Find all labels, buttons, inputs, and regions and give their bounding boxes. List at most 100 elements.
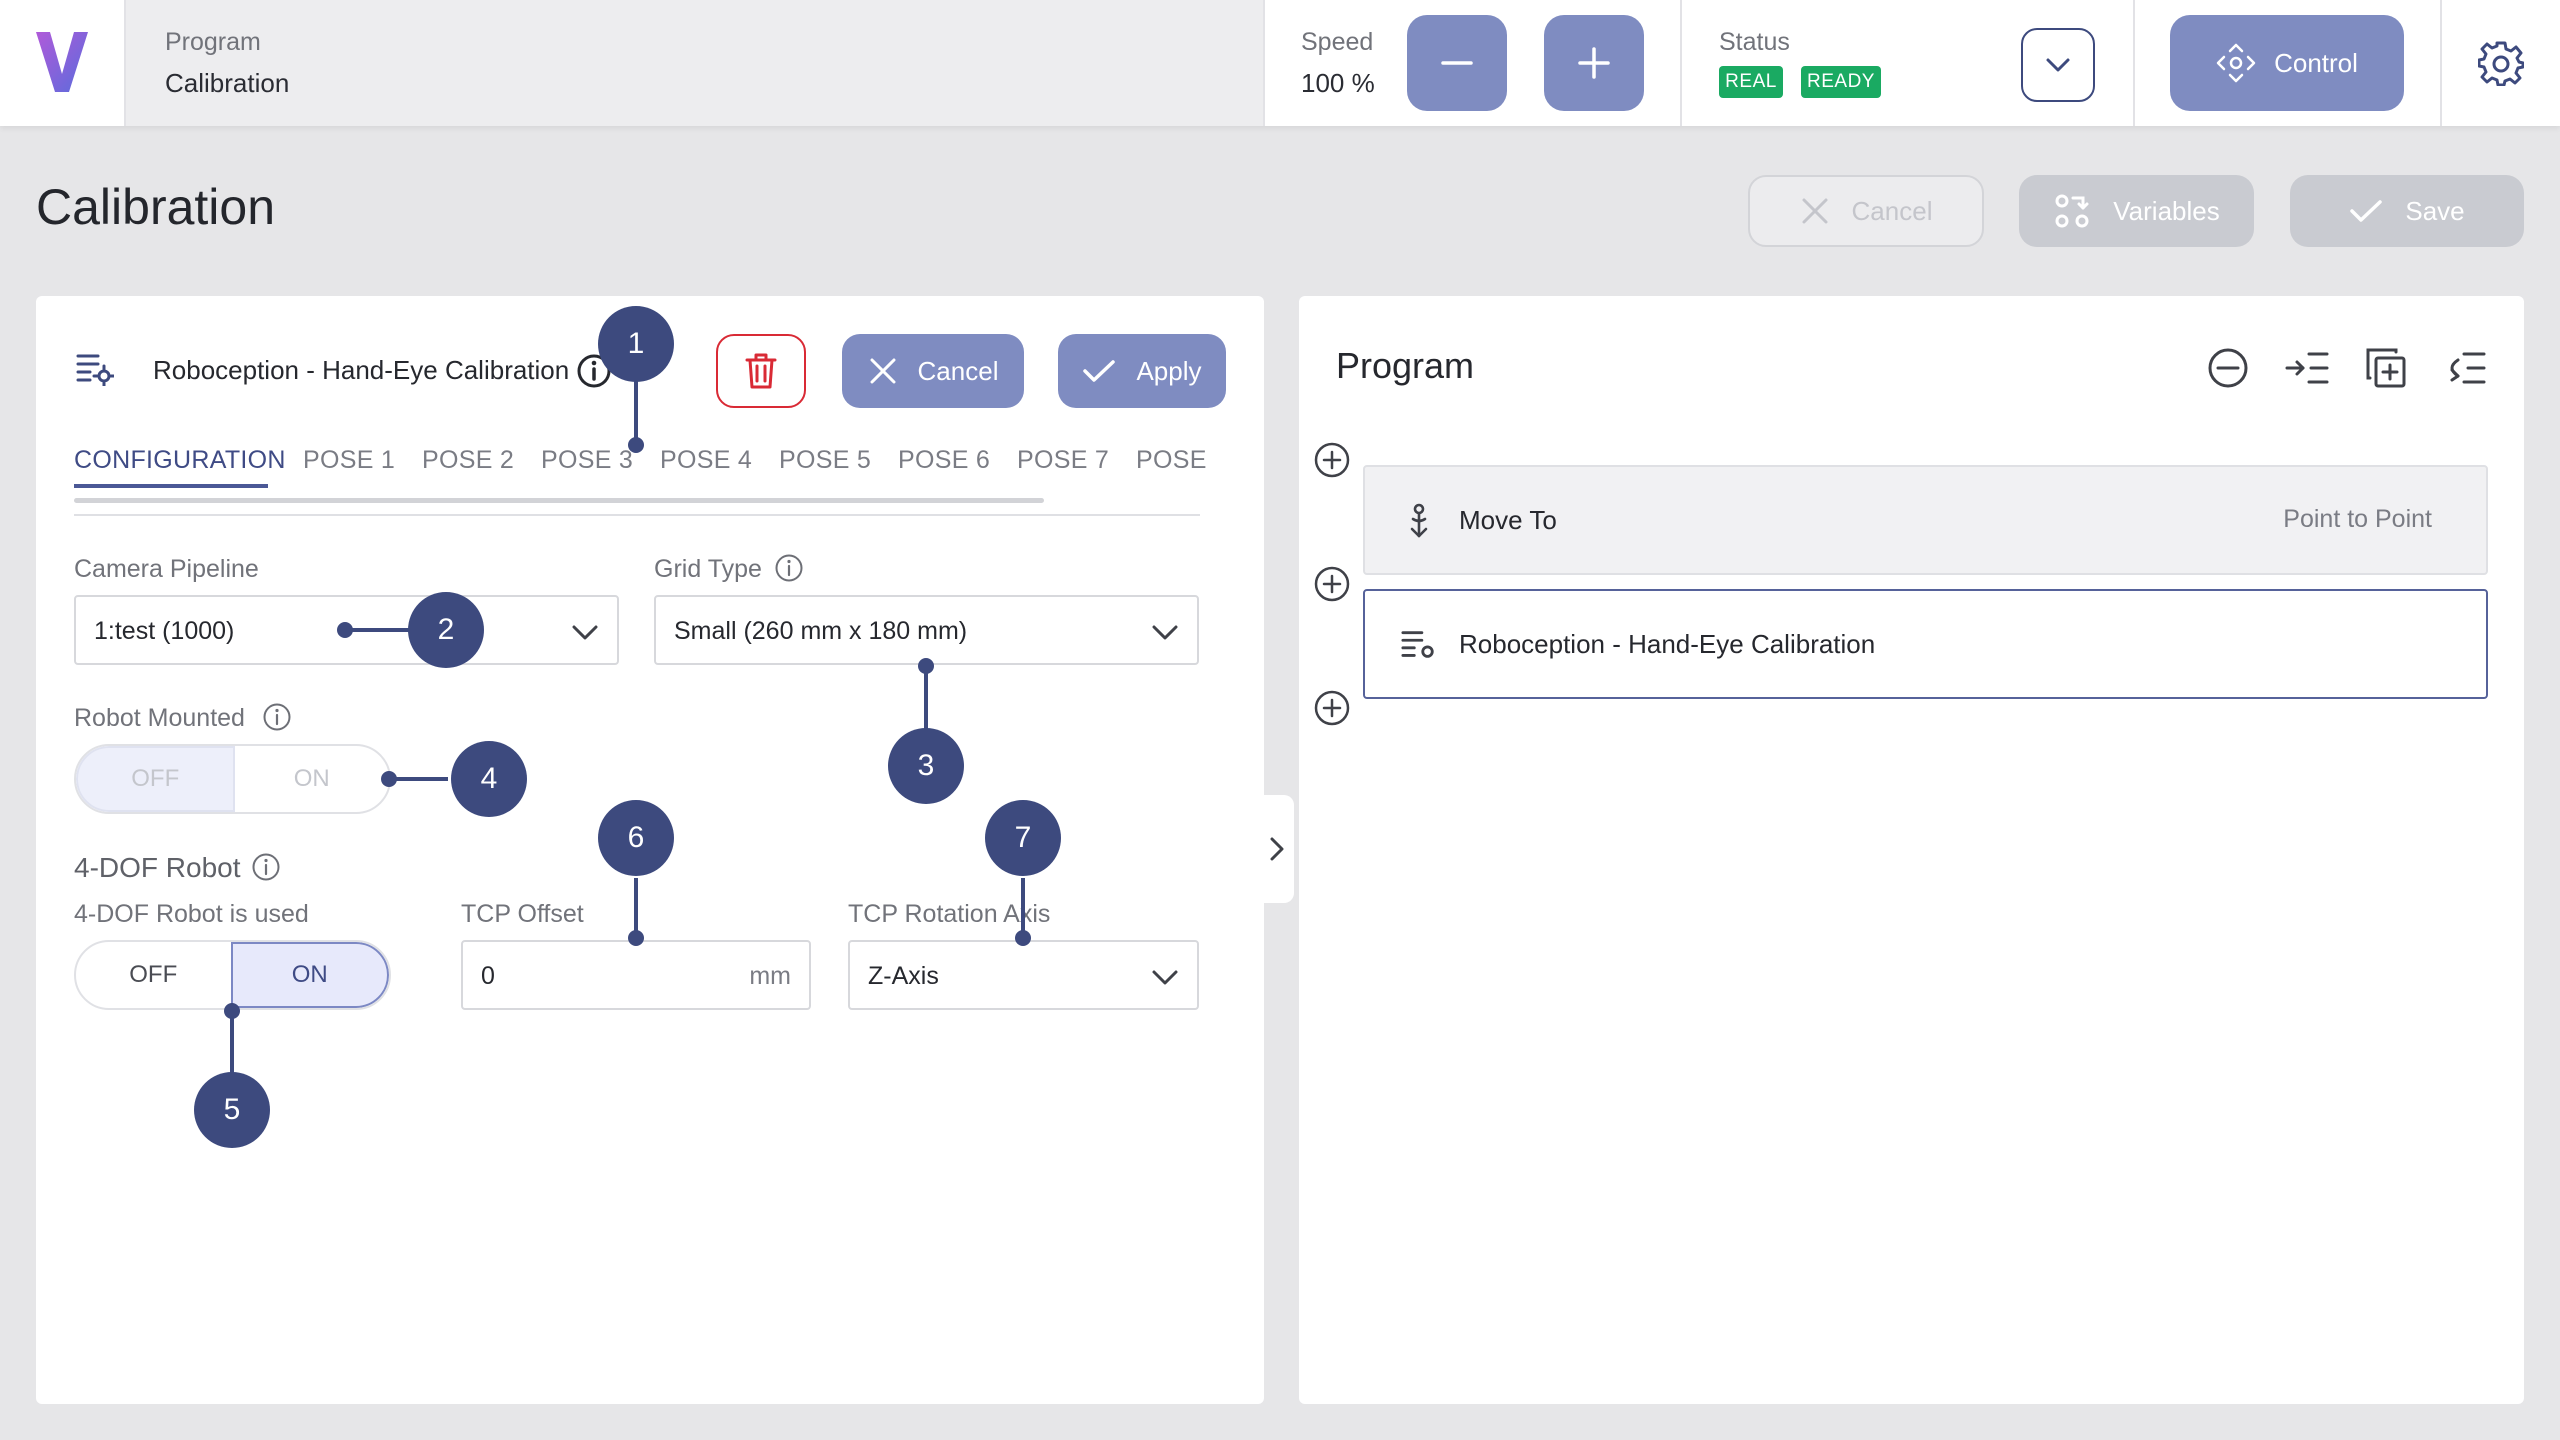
tcp-offset-input[interactable]: 0 mm bbox=[461, 940, 811, 1010]
grid-type-select[interactable]: Small (260 mm x 180 mm) bbox=[654, 595, 1199, 665]
camera-pipeline-label: Camera Pipeline bbox=[74, 555, 259, 583]
callout-anchor bbox=[918, 658, 934, 674]
variables-button[interactable]: Variables bbox=[2019, 175, 2254, 247]
node-cancel-label: Cancel bbox=[917, 355, 999, 386]
dof-on[interactable]: ON bbox=[230, 942, 389, 1008]
grid-type-label: Grid Type bbox=[654, 555, 762, 583]
chevron-right-icon bbox=[1270, 837, 1284, 861]
chevron-down-icon bbox=[1152, 625, 1178, 640]
callout-connector bbox=[924, 666, 928, 730]
program-item-move-to[interactable]: Move To Point to Point bbox=[1363, 465, 2488, 575]
dof-off[interactable]: OFF bbox=[76, 942, 231, 1008]
delete-node-button[interactable] bbox=[716, 334, 806, 408]
program-item-type: Point to Point bbox=[2283, 505, 2432, 533]
tcp-rotation-select[interactable]: Z-Axis bbox=[848, 940, 1199, 1010]
program-item-label: Move To bbox=[1459, 505, 1557, 535]
tab-pose-4[interactable]: POSE 4 bbox=[660, 446, 752, 475]
duplicate-icon[interactable] bbox=[2364, 346, 2408, 390]
program-value: Calibration bbox=[165, 68, 290, 98]
robot-mounted-off[interactable]: OFF bbox=[76, 746, 235, 812]
program-label: Program bbox=[165, 28, 261, 56]
tab-pose-8[interactable]: POSE bbox=[1136, 446, 1207, 475]
speed-decrease-button[interactable] bbox=[1407, 15, 1507, 111]
add-node-icon[interactable] bbox=[1313, 689, 1351, 727]
callout-connector bbox=[1021, 878, 1025, 938]
program-item-label: Roboception - Hand-Eye Calibration bbox=[1459, 629, 1876, 659]
callout-5: 5 bbox=[194, 1072, 270, 1148]
top-bar: Program Calibration Speed 100 % Status R… bbox=[0, 0, 2560, 126]
node-settings-icon bbox=[76, 354, 114, 386]
callout-anchor bbox=[381, 771, 397, 787]
status-label: Status bbox=[1719, 28, 1790, 56]
page-cancel-button[interactable]: Cancel bbox=[1748, 175, 1984, 247]
callout-connector bbox=[230, 1010, 234, 1076]
callout-anchor bbox=[628, 437, 644, 453]
callout-anchor bbox=[337, 622, 353, 638]
callout-anchor bbox=[1015, 930, 1031, 946]
trash-icon bbox=[745, 353, 777, 389]
callout-2: 2 bbox=[408, 592, 484, 668]
move-arrows-icon bbox=[2216, 43, 2256, 83]
tcp-offset-label: TCP Offset bbox=[461, 900, 584, 928]
indent-icon[interactable] bbox=[2285, 346, 2329, 390]
node-settings-icon bbox=[1401, 631, 1434, 658]
variables-label: Variables bbox=[2113, 195, 2220, 226]
close-icon bbox=[870, 358, 896, 384]
camera-pipeline-value: 1:test (1000) bbox=[94, 617, 235, 645]
page-cancel-label: Cancel bbox=[1851, 195, 1933, 226]
callout-7: 7 bbox=[985, 800, 1061, 876]
node-cancel-button[interactable]: Cancel bbox=[842, 334, 1024, 408]
tcp-offset-value: 0 bbox=[481, 962, 495, 990]
callout-connector bbox=[634, 878, 638, 938]
tcp-rotation-value: Z-Axis bbox=[868, 962, 939, 990]
tab-divider bbox=[74, 514, 1200, 516]
add-node-icon[interactable] bbox=[1313, 565, 1351, 603]
robot-mounted-toggle[interactable]: OFF ON bbox=[74, 744, 391, 814]
add-node-icon[interactable] bbox=[1313, 441, 1351, 479]
robot-mounted-on[interactable]: ON bbox=[235, 746, 390, 812]
gear-icon[interactable] bbox=[2478, 40, 2524, 86]
save-label: Save bbox=[2405, 195, 2465, 226]
speed-increase-button[interactable] bbox=[1544, 15, 1644, 111]
save-button[interactable]: Save bbox=[2290, 175, 2524, 247]
callout-anchor bbox=[224, 1003, 240, 1019]
v-logo-icon[interactable] bbox=[34, 30, 90, 94]
program-indicator[interactable] bbox=[126, 0, 1264, 126]
tab-pose-1[interactable]: POSE 1 bbox=[303, 446, 395, 475]
callout-4: 4 bbox=[451, 741, 527, 817]
dof-used-toggle[interactable]: OFF ON bbox=[74, 940, 391, 1010]
status-badge-ready: READY bbox=[1801, 66, 1881, 98]
tab-pose-7[interactable]: POSE 7 bbox=[1017, 446, 1109, 475]
collapse-all-icon[interactable] bbox=[2206, 346, 2250, 390]
chevron-down-icon bbox=[572, 625, 598, 640]
page-title: Calibration bbox=[36, 179, 276, 235]
active-tab-indicator bbox=[74, 484, 268, 488]
speed-value: 100 % bbox=[1301, 68, 1375, 98]
outdent-icon[interactable] bbox=[2442, 346, 2486, 390]
dof-section-title: 4-DOF Robot bbox=[74, 852, 241, 883]
minus-icon bbox=[1441, 61, 1473, 65]
close-icon bbox=[1802, 198, 1828, 224]
status-dropdown-button[interactable] bbox=[2021, 28, 2095, 102]
tab-scrollbar[interactable] bbox=[74, 498, 1044, 503]
robot-mounted-label: Robot Mounted bbox=[74, 704, 245, 732]
speed-label: Speed bbox=[1301, 28, 1374, 56]
chevron-down-icon bbox=[1152, 970, 1178, 985]
tab-pose-2[interactable]: POSE 2 bbox=[422, 446, 514, 475]
program-item-hand-eye-calibration[interactable]: Roboception - Hand-Eye Calibration bbox=[1363, 589, 2488, 699]
info-icon[interactable] bbox=[774, 553, 804, 583]
info-icon[interactable] bbox=[251, 852, 281, 882]
program-panel-title: Program bbox=[1336, 345, 1475, 386]
program-panel bbox=[1299, 296, 2524, 1404]
tab-configuration[interactable]: CONFIGURATION bbox=[74, 446, 286, 475]
node-title: Roboception - Hand-Eye Calibration bbox=[153, 355, 570, 385]
divider bbox=[2440, 0, 2442, 126]
control-label: Control bbox=[2274, 47, 2358, 78]
tab-pose-5[interactable]: POSE 5 bbox=[779, 446, 871, 475]
info-icon[interactable] bbox=[262, 702, 292, 732]
apply-button[interactable]: Apply bbox=[1058, 334, 1226, 408]
panel-collapse-handle[interactable] bbox=[1260, 795, 1294, 903]
tab-pose-6[interactable]: POSE 6 bbox=[898, 446, 990, 475]
control-button[interactable]: Control bbox=[2170, 15, 2404, 111]
tab-pose-3[interactable]: POSE 3 bbox=[541, 446, 633, 475]
